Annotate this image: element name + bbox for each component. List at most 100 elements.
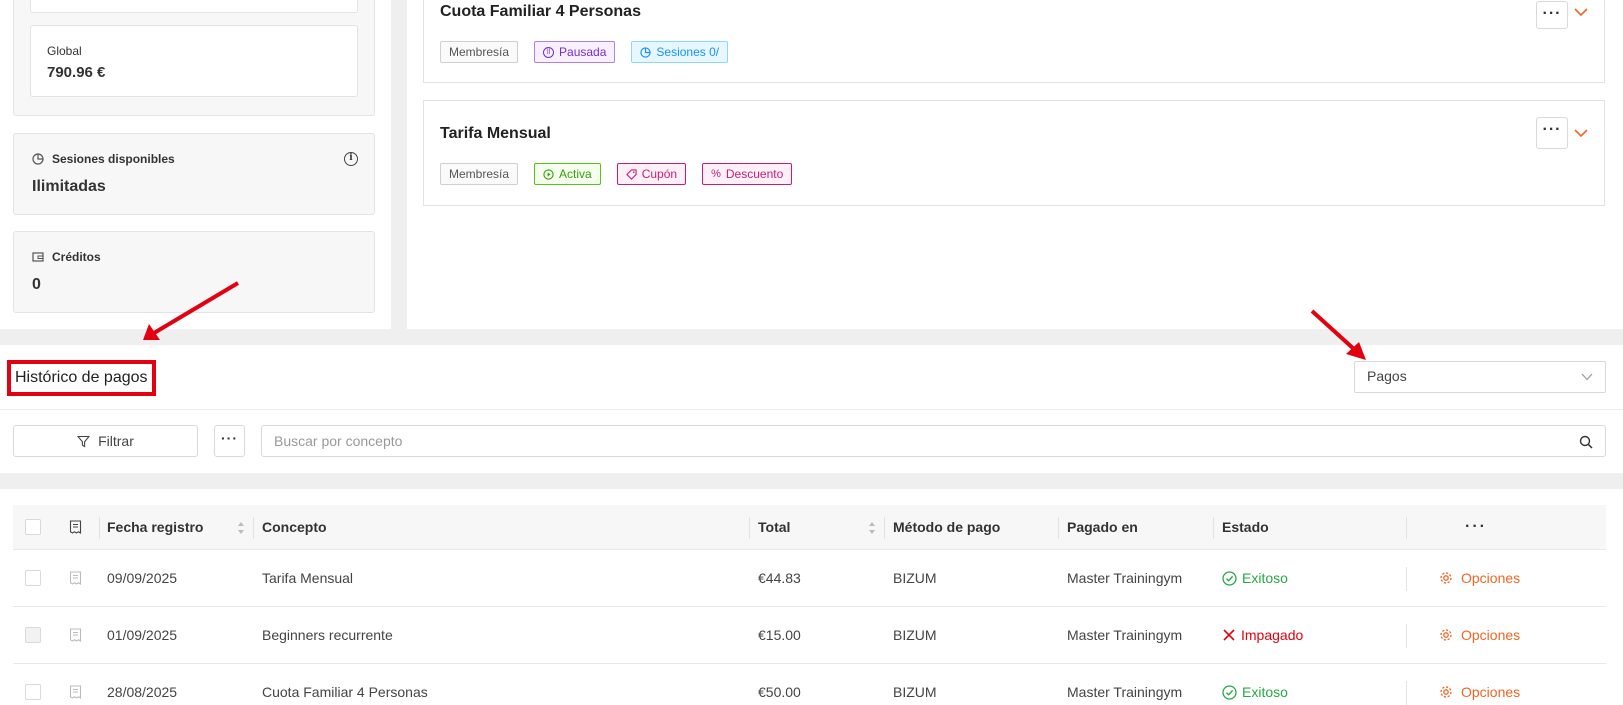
table-header: Fecha registro Concepto Total Método de …: [13, 505, 1606, 550]
tag-discount: % Descuento: [702, 163, 793, 185]
chevron-down-icon[interactable]: [1574, 5, 1588, 19]
column-header-method: Método de pago: [893, 519, 1001, 535]
pause-icon: ll: [543, 46, 555, 58]
cell-total: €15.00: [758, 627, 801, 643]
table-row[interactable]: 28/08/2025 Cuota Familiar 4 Personas €50…: [13, 664, 1606, 705]
chevron-down-icon: [1581, 373, 1593, 381]
column-header-status: Estado: [1222, 519, 1269, 535]
cell-paid-at: Master Trainingym: [1067, 627, 1183, 643]
gear-icon: [1440, 686, 1452, 698]
chevron-down-icon[interactable]: [1574, 126, 1588, 140]
payment-history-header: Histórico de pagos Pagos Filtrar ···: [0, 345, 1623, 473]
membership-card: Cuota Familiar 4 Personas Membresía ll Pa…: [423, 0, 1605, 83]
credits-card: Créditos 0: [13, 231, 375, 313]
columns-more-button[interactable]: ···: [1465, 505, 1487, 549]
status-badge: Exitoso: [1222, 570, 1288, 586]
filter-icon: [77, 435, 91, 447]
gear-icon: [1440, 572, 1452, 584]
search-box: [261, 425, 1606, 457]
membership-more-button[interactable]: ···: [1536, 117, 1568, 149]
cell-date: 28/08/2025: [107, 684, 178, 700]
column-header-total[interactable]: Total: [758, 505, 790, 549]
search-icon[interactable]: [1579, 435, 1593, 449]
balance-card-previous: [30, 0, 358, 13]
percent-icon: %: [711, 168, 721, 180]
gear-icon: [1440, 629, 1452, 641]
check-circle-icon: [1222, 570, 1237, 586]
cell-method: BIZUM: [893, 570, 937, 586]
payments-table: Fecha registro Concepto Total Método de …: [13, 505, 1606, 705]
payments-table-section: Fecha registro Concepto Total Método de …: [0, 489, 1623, 705]
balance-card: Global 790.96 €: [13, 0, 375, 116]
history-title: Histórico de pagos: [7, 360, 156, 396]
column-header-paid-at: Pagado en: [1067, 519, 1138, 535]
pie-icon: [32, 153, 44, 165]
x-icon: [1223, 629, 1235, 641]
cell-date: 09/09/2025: [107, 570, 178, 586]
global-value: 790.96 €: [47, 64, 106, 81]
row-checkbox[interactable]: [25, 627, 41, 643]
cell-concept: Cuota Familiar 4 Personas: [262, 684, 428, 700]
cell-method: BIZUM: [893, 684, 937, 700]
divider: [0, 409, 1623, 410]
global-label: Global: [47, 44, 82, 58]
tag-sessions: Sesiones 0/: [631, 41, 729, 63]
status-badge: Exitoso: [1222, 684, 1288, 700]
sort-icon[interactable]: [237, 521, 245, 535]
tag-paused: ll Pausada: [534, 41, 616, 63]
credits-value: 0: [32, 276, 41, 293]
sessions-value: Ilimitadas: [32, 178, 106, 195]
tag-type: Membresía: [440, 163, 519, 185]
status-badge: Impagado: [1222, 627, 1303, 643]
cell-paid-at: Master Trainingym: [1067, 570, 1183, 586]
wallet-icon: [32, 252, 44, 262]
more-options-button[interactable]: ···: [214, 425, 245, 457]
membership-tags: Membresía ll Pausada Sesiones 0/: [440, 41, 729, 63]
play-icon: [543, 168, 554, 180]
membership-title: Cuota Familiar 4 Personas: [440, 3, 641, 20]
cell-total: €50.00: [758, 684, 801, 700]
cell-total: €44.83: [758, 570, 801, 586]
table-row[interactable]: 09/09/2025 Tarifa Mensual €44.83 BIZUM M…: [13, 550, 1606, 607]
membership-card: Tarifa Mensual Membresía Activa Cupón % …: [423, 100, 1605, 206]
receipt-icon: [69, 519, 82, 534]
membership-tags: Membresía Activa Cupón % Descuento: [440, 163, 793, 185]
receipt-icon[interactable]: [69, 627, 82, 643]
membership-more-button[interactable]: ···: [1536, 1, 1568, 29]
membership-title: Tarifa Mensual: [440, 125, 551, 142]
filter-button[interactable]: Filtrar: [13, 425, 198, 457]
tag-coupon: Cupón: [616, 163, 687, 185]
select-value: Pagos: [1367, 368, 1407, 384]
cell-concept: Beginners recurrente: [262, 627, 393, 643]
check-circle-icon: [1222, 684, 1237, 700]
cell-date: 01/09/2025: [107, 627, 178, 643]
column-header-date[interactable]: Fecha registro: [107, 505, 203, 549]
coupon-icon: [625, 168, 637, 180]
column-header-concept: Concepto: [262, 519, 327, 535]
table-row[interactable]: 01/09/2025 Beginners recurrente €15.00 B…: [13, 607, 1606, 664]
search-input[interactable]: [262, 426, 1605, 456]
memberships-panel: Cuota Familiar 4 Personas Membresía ll Pa…: [407, 0, 1623, 329]
cell-concept: Tarifa Mensual: [262, 570, 354, 586]
options-button[interactable]: Opciones: [1439, 627, 1520, 643]
credits-label: Créditos: [52, 250, 101, 264]
sessions-card: Sesiones disponibles i Ilimitadas: [13, 133, 375, 215]
select-all-checkbox[interactable]: [25, 519, 41, 535]
filter-label: Filtrar: [98, 433, 134, 449]
history-type-select[interactable]: Pagos: [1354, 361, 1606, 393]
global-balance: Global 790.96 €: [30, 25, 358, 97]
options-button[interactable]: Opciones: [1439, 570, 1520, 586]
row-checkbox[interactable]: [25, 570, 41, 586]
sessions-label: Sesiones disponibles: [52, 152, 175, 166]
receipt-icon[interactable]: [69, 570, 82, 586]
row-checkbox[interactable]: [25, 684, 41, 700]
stats-panel: Global 790.96 € Sesiones disponibles i I…: [0, 0, 391, 329]
tag-type: Membresía: [440, 41, 519, 63]
pie-icon: [640, 46, 652, 58]
cell-paid-at: Master Trainingym: [1067, 684, 1183, 700]
options-button[interactable]: Opciones: [1439, 684, 1520, 700]
tag-active: Activa: [534, 163, 601, 185]
sort-icon[interactable]: [868, 521, 876, 535]
info-icon[interactable]: i: [344, 152, 358, 166]
receipt-icon[interactable]: [69, 684, 82, 700]
